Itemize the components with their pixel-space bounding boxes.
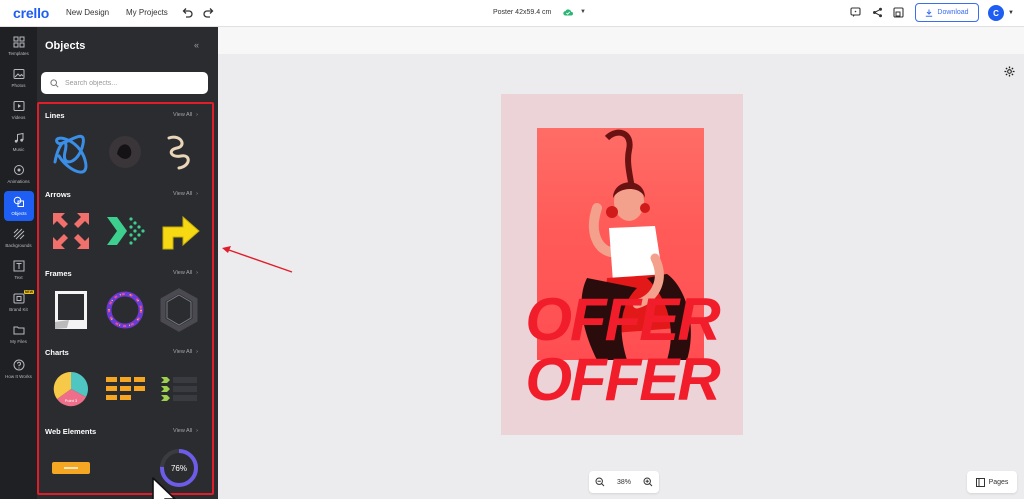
rail-label: Videos (11, 115, 26, 120)
backgrounds-icon (13, 228, 24, 240)
zoom-in-icon[interactable] (643, 477, 653, 487)
offer-text-bottom[interactable]: OFFER (501, 350, 743, 410)
account-dropdown-icon[interactable]: ▼ (1008, 10, 1014, 16)
rail-label: Backgrounds (5, 243, 32, 248)
poster-canvas[interactable]: OFFER OFFER (501, 94, 743, 435)
rail-item-photos[interactable]: Photos (0, 63, 37, 93)
top-bar: crello New Design My Projects Poster 42x… (0, 0, 1024, 27)
rail-item-how-it-works[interactable]: How It Works (0, 351, 37, 387)
avatar[interactable]: C (988, 5, 1004, 21)
document-title[interactable]: Poster 42x59.4 cm (493, 9, 551, 16)
objects-icon (13, 196, 24, 207)
search-input[interactable] (65, 79, 205, 87)
rail-label: Objects (11, 211, 27, 216)
objects-panel: Objects « Lines View All› Arrows View Al… (37, 27, 218, 499)
text-icon (13, 260, 24, 272)
my-projects-link[interactable]: My Projects (126, 8, 168, 17)
search-icon (50, 78, 59, 88)
rail-item-backgrounds[interactable]: Backgrounds (0, 223, 37, 253)
rail-label: Text (14, 275, 23, 280)
pages-icon (975, 477, 985, 487)
canvas-workspace: OFFER OFFER 38% Pages (218, 27, 1024, 499)
folder-icon (13, 326, 24, 335)
pages-button[interactable]: Pages (967, 471, 1017, 493)
rail-item-brand-kit[interactable]: NEW Brand Kit (0, 287, 37, 317)
title-dropdown-icon[interactable]: ▼ (580, 9, 586, 15)
cloud-saved-icon (563, 9, 573, 16)
videos-icon (13, 101, 24, 111)
rail-item-videos[interactable]: Videos (0, 95, 37, 125)
templates-icon (13, 36, 24, 48)
annotation-arrow (222, 246, 293, 273)
offer-text-top[interactable]: OFFER (501, 290, 743, 350)
brand-kit-icon (13, 293, 24, 304)
pages-label: Pages (988, 478, 1009, 486)
comment-icon[interactable] (850, 7, 861, 18)
objects-highlight-box (37, 102, 214, 495)
music-icon (14, 132, 23, 143)
settings-gear-icon[interactable] (1004, 66, 1015, 77)
rail-label: Templates (8, 51, 29, 56)
left-rail: Templates Photos Videos Music Animations… (0, 27, 37, 499)
mouse-cursor-icon (152, 477, 176, 499)
undo-icon[interactable] (181, 7, 193, 19)
animations-icon (13, 165, 24, 175)
resize-icon[interactable] (893, 7, 904, 18)
rail-item-music[interactable]: Music (0, 127, 37, 157)
search-box[interactable] (41, 72, 208, 94)
zoom-level: 38% (616, 478, 631, 486)
rail-label: Photos (11, 83, 26, 88)
new-design-link[interactable]: New Design (66, 8, 109, 17)
collapse-panel-icon[interactable]: « (194, 40, 199, 50)
rail-item-animations[interactable]: Animations (0, 159, 37, 189)
zoom-control: 38% (589, 471, 659, 493)
rail-item-text[interactable]: Text (0, 255, 37, 285)
zoom-out-icon[interactable] (595, 477, 605, 487)
photos-icon (13, 69, 24, 79)
download-icon (926, 9, 933, 17)
rail-label: Animations (7, 179, 30, 184)
share-icon[interactable] (872, 7, 883, 18)
rail-item-my-files[interactable]: My Files (0, 319, 37, 349)
download-button[interactable]: Download (915, 3, 979, 22)
workspace-toolbar (218, 27, 1024, 54)
rail-label: Music (12, 147, 25, 152)
rail-label: Brand Kit (9, 307, 28, 312)
redo-icon[interactable] (203, 7, 215, 19)
crello-logo[interactable]: crello (13, 5, 49, 21)
rail-label: How It Works (5, 374, 32, 379)
new-badge: NEW (23, 290, 34, 294)
help-icon (13, 359, 24, 371)
panel-title: Objects (45, 40, 86, 52)
rail-item-objects[interactable]: Objects (4, 191, 34, 221)
rail-item-templates[interactable]: Templates (0, 31, 37, 61)
download-label: Download (937, 9, 969, 16)
rail-label: My Files (10, 339, 27, 344)
